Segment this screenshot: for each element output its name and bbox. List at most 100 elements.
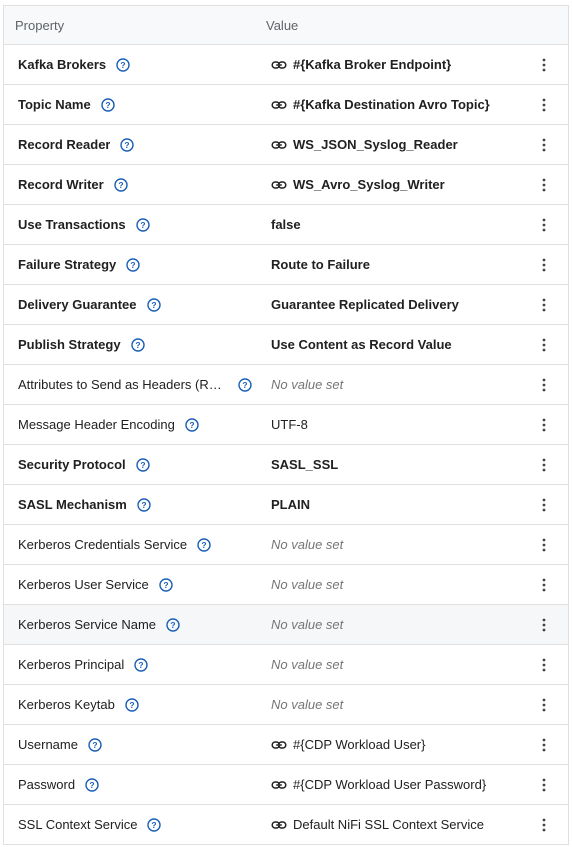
property-value: No value set [271, 377, 344, 392]
property-cell: Kerberos User Service? [4, 577, 256, 592]
property-label: SASL Mechanism [18, 497, 127, 512]
table-row[interactable]: Record Writer? WS_Avro_Syslog_Writer [4, 165, 568, 205]
help-circle-icon[interactable]: ? [147, 817, 162, 832]
property-value: No value set [271, 537, 344, 552]
value-cell[interactable]: #{Kafka Destination Avro Topic} [256, 97, 527, 113]
value-cell[interactable]: Use Content as Record Value [256, 337, 527, 352]
help-circle-icon[interactable]: ? [88, 737, 102, 752]
link-icon[interactable] [271, 817, 287, 833]
more-vertical-icon[interactable] [527, 693, 561, 717]
more-vertical-icon[interactable] [527, 413, 561, 437]
table-row[interactable]: Kafka Brokers? #{Kafka Broker Endpoint} [4, 45, 568, 85]
property-value: #{CDP Workload User Password} [293, 777, 487, 792]
table-row[interactable]: Publish Strategy? Use Content as Record V… [4, 325, 568, 365]
more-vertical-icon[interactable] [527, 133, 561, 157]
table-row[interactable]: Record Reader? WS_JSON_Syslog_Reader [4, 125, 568, 165]
help-circle-icon[interactable]: ? [134, 657, 148, 672]
more-vertical-icon[interactable] [527, 253, 561, 277]
help-circle-icon[interactable]: ? [114, 177, 128, 192]
value-cell[interactable]: Default NiFi SSL Context Service [256, 817, 527, 833]
help-circle-icon[interactable]: ? [159, 577, 173, 592]
value-cell[interactable]: No value set [256, 537, 527, 552]
help-circle-icon[interactable]: ? [116, 57, 130, 72]
property-value: SASL_SSL [271, 457, 339, 472]
table-row[interactable]: SASL Mechanism? PLAIN [4, 485, 568, 525]
table-row[interactable]: Delivery Guarantee? Guarantee Replicated … [4, 285, 568, 325]
value-cell[interactable]: PLAIN [256, 497, 527, 512]
link-icon[interactable] [271, 137, 287, 153]
more-vertical-icon[interactable] [527, 733, 561, 757]
help-circle-icon[interactable]: ? [126, 257, 140, 272]
table-row[interactable]: Kerberos Service Name? No value set [4, 605, 568, 645]
value-cell[interactable]: No value set [256, 657, 527, 672]
value-cell[interactable]: SASL_SSL [256, 457, 527, 472]
table-row[interactable]: Username? #{CDP Workload User} [4, 725, 568, 765]
more-vertical-icon[interactable] [527, 333, 561, 357]
more-vertical-icon[interactable] [527, 373, 561, 397]
more-vertical-icon[interactable] [527, 453, 561, 477]
table-row[interactable]: Topic Name? #{Kafka Destination Avro Topi… [4, 85, 568, 125]
more-vertical-icon[interactable] [527, 53, 561, 77]
table-row[interactable]: Message Header Encoding? UTF-8 [4, 405, 568, 445]
help-circle-icon[interactable]: ? [85, 777, 99, 792]
value-cell[interactable]: Route to Failure [256, 257, 527, 272]
link-icon[interactable] [271, 97, 287, 113]
more-vertical-icon[interactable] [527, 813, 561, 837]
help-circle-icon[interactable]: ? [238, 377, 252, 392]
more-vertical-icon[interactable] [527, 493, 561, 517]
column-header-value[interactable]: Value [256, 18, 298, 33]
more-vertical-icon[interactable] [527, 93, 561, 117]
link-icon[interactable] [271, 737, 287, 753]
link-icon[interactable] [271, 57, 287, 73]
table-row[interactable]: SSL Context Service? Default NiFi SSL Con… [4, 805, 568, 845]
more-vertical-icon[interactable] [527, 293, 561, 317]
value-cell[interactable]: WS_Avro_Syslog_Writer [256, 177, 527, 193]
more-vertical-icon[interactable] [527, 773, 561, 797]
property-value: PLAIN [271, 497, 310, 512]
help-circle-icon[interactable]: ? [125, 697, 139, 712]
properties-table: Property Value Kafka Brokers? #{Kafka Bro… [3, 5, 569, 845]
help-circle-icon[interactable]: ? [185, 417, 199, 432]
value-cell[interactable]: #{Kafka Broker Endpoint} [256, 57, 527, 73]
more-vertical-icon[interactable] [527, 533, 561, 557]
more-vertical-icon[interactable] [527, 613, 561, 637]
table-row[interactable]: Use Transactions? false [4, 205, 568, 245]
property-value: Use Content as Record Value [271, 337, 452, 352]
help-circle-icon[interactable]: ? [197, 537, 211, 552]
help-circle-icon[interactable]: ? [135, 217, 150, 232]
help-circle-icon[interactable]: ? [120, 137, 135, 152]
help-circle-icon[interactable]: ? [135, 457, 150, 472]
table-row[interactable]: Security Protocol? SASL_SSL [4, 445, 568, 485]
link-icon[interactable] [271, 777, 287, 793]
table-row[interactable]: Kerberos User Service? No value set [4, 565, 568, 605]
help-circle-icon[interactable]: ? [166, 617, 180, 632]
column-header-property[interactable]: Property [4, 18, 256, 33]
help-circle-icon[interactable]: ? [101, 97, 115, 112]
svg-text:?: ? [129, 700, 134, 710]
property-label: Kerberos User Service [18, 577, 149, 592]
value-cell[interactable]: WS_JSON_Syslog_Reader [256, 137, 527, 153]
value-cell[interactable]: No value set [256, 697, 527, 712]
more-vertical-icon[interactable] [527, 573, 561, 597]
table-row[interactable]: Password? #{CDP Workload User Password} [4, 765, 568, 805]
more-vertical-icon[interactable] [527, 173, 561, 197]
help-circle-icon[interactable]: ? [137, 497, 151, 512]
value-cell[interactable]: #{CDP Workload User Password} [256, 777, 527, 793]
value-cell[interactable]: UTF-8 [256, 417, 527, 432]
table-row[interactable]: Attributes to Send as Headers (Re…? No va… [4, 365, 568, 405]
table-row[interactable]: Kerberos Keytab? No value set [4, 685, 568, 725]
help-circle-icon[interactable]: ? [130, 337, 145, 352]
table-row[interactable]: Kerberos Credentials Service? No value se… [4, 525, 568, 565]
more-vertical-icon[interactable] [527, 653, 561, 677]
value-cell[interactable]: false [256, 217, 527, 232]
more-vertical-icon[interactable] [527, 213, 561, 237]
help-circle-icon[interactable]: ? [146, 297, 161, 312]
table-row[interactable]: Kerberos Principal? No value set [4, 645, 568, 685]
value-cell[interactable]: #{CDP Workload User} [256, 737, 527, 753]
value-cell[interactable]: No value set [256, 617, 527, 632]
value-cell[interactable]: Guarantee Replicated Delivery [256, 297, 527, 312]
value-cell[interactable]: No value set [256, 377, 527, 392]
value-cell[interactable]: No value set [256, 577, 527, 592]
table-row[interactable]: Failure Strategy? Route to Failure [4, 245, 568, 285]
link-icon[interactable] [271, 177, 287, 193]
